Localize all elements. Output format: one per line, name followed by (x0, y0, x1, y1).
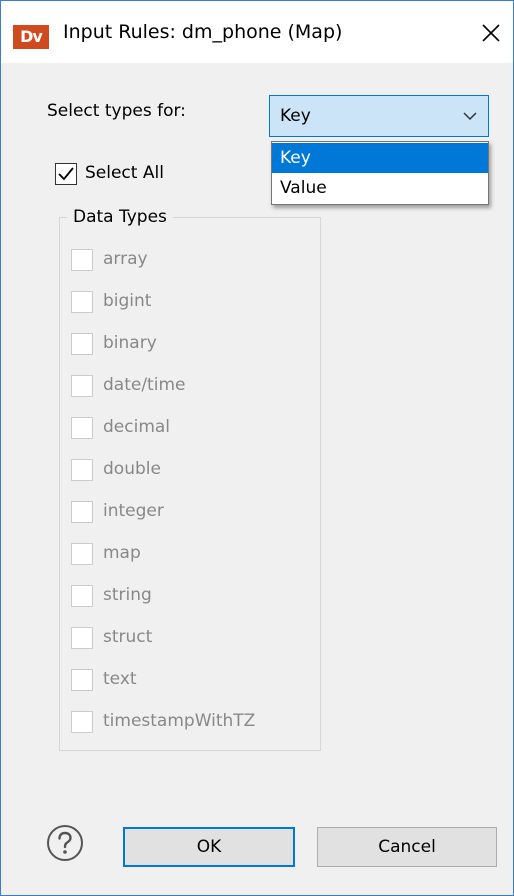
data-type-label: text (103, 669, 137, 689)
data-type-checkbox[interactable] (71, 585, 93, 607)
app-logo-icon: Dv (13, 25, 49, 49)
data-type-label: timestampWithTZ (103, 711, 256, 731)
select-types-label: Select types for: (47, 101, 186, 121)
data-type-checkbox[interactable] (71, 249, 93, 271)
data-type-checkbox[interactable] (71, 375, 93, 397)
data-types-group (59, 217, 321, 751)
dropdown-options-list: Key Value (271, 141, 489, 205)
data-type-checkbox[interactable] (71, 627, 93, 649)
data-type-label: map (103, 543, 141, 563)
data-type-label: integer (103, 501, 164, 521)
dialog-window: Dv Input Rules: dm_phone (Map) Select ty… (0, 0, 514, 896)
data-type-label: decimal (103, 417, 171, 437)
checkmark-icon (58, 167, 74, 181)
chevron-down-icon (463, 112, 477, 121)
dropdown-option-key[interactable]: Key (272, 143, 488, 173)
select-types-value: Key (280, 106, 311, 126)
close-button[interactable] (473, 15, 509, 51)
question-circle-icon (47, 825, 83, 861)
data-type-label: double (103, 459, 161, 479)
select-all-checkbox[interactable] (55, 163, 77, 185)
data-type-label: array (103, 249, 148, 269)
data-types-legend: Data Types (67, 207, 173, 227)
data-type-label: struct (103, 627, 153, 647)
data-type-checkbox[interactable] (71, 711, 93, 733)
close-icon (482, 24, 500, 42)
data-type-checkbox[interactable] (71, 459, 93, 481)
title-bar: Dv Input Rules: dm_phone (Map) (1, 1, 513, 63)
dropdown-option-value[interactable]: Value (272, 173, 488, 203)
data-type-checkbox[interactable] (71, 669, 93, 691)
data-type-label: binary (103, 333, 157, 353)
data-type-label: string (103, 585, 152, 605)
select-all-label[interactable]: Select All (85, 163, 164, 183)
data-type-checkbox[interactable] (71, 333, 93, 355)
cancel-button[interactable]: Cancel (317, 827, 497, 867)
data-type-checkbox[interactable] (71, 501, 93, 523)
ok-button[interactable]: OK (123, 827, 295, 867)
select-types-dropdown[interactable]: Key (269, 95, 489, 137)
data-type-label: bigint (103, 291, 152, 311)
data-type-checkbox[interactable] (71, 417, 93, 439)
data-type-checkbox[interactable] (71, 291, 93, 313)
data-type-checkbox[interactable] (71, 543, 93, 565)
dialog-title: Input Rules: dm_phone (Map) (63, 21, 343, 43)
help-button[interactable] (45, 823, 85, 863)
data-type-label: date/time (103, 375, 186, 395)
